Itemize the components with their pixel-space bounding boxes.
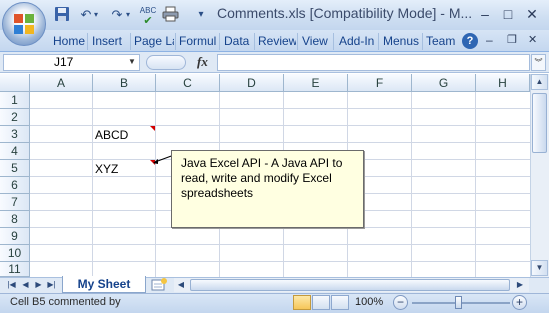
row-header-9[interactable]: 9 xyxy=(0,228,30,245)
office-logo-icon xyxy=(14,14,34,34)
scroll-up-icon[interactable]: ▲ xyxy=(531,74,548,90)
tab-separator xyxy=(333,33,334,50)
ribbon-close-icon[interactable]: ✕ xyxy=(528,33,540,49)
scroll-left-icon[interactable]: ◀ xyxy=(175,279,187,291)
tab-menus[interactable]: Menus xyxy=(383,33,421,50)
column-header-d[interactable]: D xyxy=(220,74,284,92)
column-header-a[interactable]: A xyxy=(30,74,93,92)
gridline xyxy=(30,108,530,109)
help-icon[interactable]: ? xyxy=(462,33,478,49)
print-icon[interactable] xyxy=(161,6,179,24)
column-header-h[interactable]: H xyxy=(476,74,530,92)
ribbon-minimize-icon[interactable]: – xyxy=(486,33,498,49)
vertical-scroll-thumb[interactable] xyxy=(532,93,547,153)
horizontal-scroll-thumb[interactable] xyxy=(190,279,510,291)
zoom-in-button[interactable]: + xyxy=(512,295,527,310)
next-sheet-icon[interactable]: ▶ xyxy=(33,279,44,291)
page-layout-view-icon[interactable] xyxy=(312,295,330,310)
column-header-c[interactable]: C xyxy=(156,74,220,92)
gridline xyxy=(155,92,156,277)
zoom-out-button[interactable]: − xyxy=(393,295,408,310)
tab-insert[interactable]: Insert xyxy=(92,33,128,50)
comment-indicator xyxy=(150,126,155,131)
row-header-5[interactable]: 5 xyxy=(0,160,30,177)
zoom-slider-thumb[interactable] xyxy=(455,296,462,309)
gridline xyxy=(30,261,530,262)
tab-page-layout[interactable]: Page La xyxy=(134,33,174,50)
customize-qat-icon[interactable]: ▾ xyxy=(192,6,210,24)
gridline xyxy=(92,92,93,277)
tab-view[interactable]: View xyxy=(302,33,332,50)
normal-view-icon[interactable] xyxy=(293,295,311,310)
comment-box[interactable]: Java Excel API - A Java API to read, wri… xyxy=(171,150,364,228)
row-header-8[interactable]: 8 xyxy=(0,211,30,228)
minimize-button[interactable]: – xyxy=(474,4,496,24)
tab-separator xyxy=(87,33,88,50)
redo-dropdown-icon[interactable]: ▾ xyxy=(124,6,132,24)
insert-function-icon[interactable]: fx xyxy=(197,54,215,70)
close-button[interactable]: ✕ xyxy=(521,4,543,24)
select-all-corner[interactable] xyxy=(0,74,30,92)
ribbon-restore-icon[interactable]: ❐ xyxy=(507,33,519,49)
row-header-1[interactable]: 1 xyxy=(0,92,30,109)
spellcheck-icon[interactable]: ABC ✔ xyxy=(139,6,157,27)
tab-separator xyxy=(422,33,423,50)
row-header-7[interactable]: 7 xyxy=(0,194,30,211)
tab-separator xyxy=(254,33,255,50)
insert-worksheet-icon[interactable] xyxy=(150,278,168,292)
name-box[interactable]: J17 xyxy=(3,54,140,71)
row-header-6[interactable]: 6 xyxy=(0,177,30,194)
maximize-button[interactable]: □ xyxy=(497,4,519,24)
row-header-3[interactable]: 3 xyxy=(0,126,30,143)
tab-separator xyxy=(130,33,131,50)
office-button[interactable] xyxy=(2,2,46,46)
status-text: Cell B5 commented by xyxy=(10,296,121,308)
tab-separator xyxy=(378,33,379,50)
row-header-4[interactable]: 4 xyxy=(0,143,30,160)
chevron-down-icon[interactable]: ▼ xyxy=(128,55,138,69)
tab-formulas[interactable]: Formul xyxy=(179,33,217,50)
page-break-preview-icon[interactable] xyxy=(331,295,349,310)
gridline xyxy=(30,125,530,126)
tab-team[interactable]: Team xyxy=(426,33,456,50)
cell-b3[interactable]: ABCD xyxy=(95,127,128,143)
tab-add-in[interactable]: Add-In xyxy=(339,33,377,50)
tab-separator xyxy=(219,33,220,50)
prev-sheet-icon[interactable]: ◀ xyxy=(20,279,31,291)
scroll-right-icon[interactable]: ▶ xyxy=(514,279,526,291)
tab-review[interactable]: Review xyxy=(258,33,296,50)
gridline xyxy=(30,244,530,245)
column-header-f[interactable]: F xyxy=(348,74,412,92)
row-header-11[interactable]: 11 xyxy=(0,262,30,277)
formula-input[interactable] xyxy=(217,54,530,71)
sheet-tab-my-sheet[interactable]: My Sheet xyxy=(62,276,146,293)
window-title: Comments.xls [Compatibility Mode] - M... xyxy=(217,5,473,21)
last-sheet-icon[interactable]: ▶| xyxy=(46,279,57,291)
tab-home[interactable]: Home xyxy=(53,33,86,50)
zoom-level[interactable]: 100% xyxy=(355,296,383,308)
gridline xyxy=(475,92,476,277)
save-icon[interactable] xyxy=(53,6,71,24)
column-header-b[interactable]: B xyxy=(93,74,156,92)
tab-separator xyxy=(175,33,176,50)
formula-bar-splitter[interactable] xyxy=(146,55,186,70)
undo-dropdown-icon[interactable]: ▾ xyxy=(92,6,100,24)
first-sheet-icon[interactable]: |◀ xyxy=(6,279,17,291)
tab-data[interactable]: Data xyxy=(224,33,252,50)
column-header-e[interactable]: E xyxy=(284,74,348,92)
row-header-2[interactable]: 2 xyxy=(0,109,30,126)
row-header-10[interactable]: 10 xyxy=(0,245,30,262)
expand-formula-bar-icon[interactable]: ︾ xyxy=(531,54,546,71)
tab-separator xyxy=(297,33,298,50)
scroll-down-icon[interactable]: ▼ xyxy=(531,260,548,276)
gridline xyxy=(411,92,412,277)
cell-b5[interactable]: XYZ xyxy=(95,161,118,177)
column-header-g[interactable]: G xyxy=(412,74,476,92)
